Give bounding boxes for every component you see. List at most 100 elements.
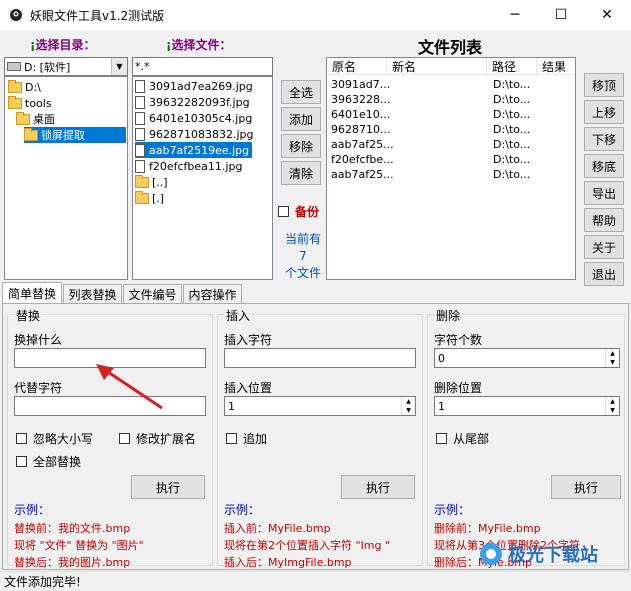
help-button[interactable]: 帮助	[584, 208, 624, 232]
maximize-icon: ☐	[554, 7, 568, 23]
spin-down-icon[interactable]: ▼	[606, 358, 619, 367]
file-icon	[135, 79, 145, 93]
current-dir-item[interactable]: [.]	[135, 190, 167, 206]
spin-up-icon[interactable]: ▲	[606, 397, 619, 406]
move-bottom-button[interactable]: 移底	[584, 154, 624, 178]
replace-execute-button[interactable]: 执行	[131, 475, 205, 499]
minimize-icon: ─	[510, 7, 520, 23]
insert-example-title: 示例：	[224, 503, 261, 517]
file-item[interactable]: 6401e10305c4.jpg	[135, 110, 255, 126]
spin-down-icon[interactable]: ▼	[606, 406, 619, 415]
parent-dir-item[interactable]: [..]	[135, 174, 171, 190]
checkbox-box[interactable]	[119, 433, 130, 444]
remove-button[interactable]: 移除	[281, 134, 321, 158]
replace-example-line: 现将 "文件" 替换为 "图片"	[14, 539, 144, 552]
spin-down-icon[interactable]: ▼	[402, 406, 415, 415]
insert-chars-input[interactable]	[224, 348, 416, 368]
tree-item-desktop[interactable]: 桌面	[16, 111, 55, 127]
file-item[interactable]: f20efcfbea11.jpg	[135, 158, 245, 174]
file-item[interactable]: 39632282093f.jpg	[135, 94, 253, 110]
tab-simple-replace[interactable]: 简单替换	[2, 282, 62, 304]
delete-count-spinner[interactable]: 0 ▲ ▼	[434, 348, 620, 368]
file-filter-input[interactable]: *.*	[132, 57, 273, 76]
column-path[interactable]: 路径	[487, 58, 537, 75]
tab-list-replace[interactable]: 列表替换	[63, 284, 122, 304]
backup-checkbox[interactable]: 备份	[278, 203, 319, 220]
table-cell: D:\to...	[493, 153, 531, 166]
tree-item-lockscreen[interactable]: 锁屏提取	[24, 127, 126, 143]
tree-item-drive[interactable]: D:\	[8, 79, 41, 95]
chevron-down-icon[interactable]: ▼	[111, 58, 127, 75]
tree-item-tools[interactable]: tools	[8, 95, 52, 111]
replace-group-title: 替换	[14, 307, 43, 324]
add-button[interactable]: 添加	[281, 107, 321, 131]
spinner-buttons[interactable]: ▲ ▼	[605, 349, 619, 367]
checkbox-box[interactable]	[278, 206, 289, 217]
move-up-button[interactable]: 上移	[584, 100, 624, 124]
select-all-button[interactable]: 全选	[281, 80, 321, 104]
export-button[interactable]: 导出	[584, 181, 624, 205]
move-top-button[interactable]: 移顶	[584, 73, 624, 97]
maximize-button[interactable]: ☐	[538, 0, 584, 30]
close-icon: ✕	[601, 7, 613, 23]
spin-up-icon[interactable]: ▲	[606, 349, 619, 358]
column-original-name[interactable]: 原名	[327, 58, 387, 75]
clear-button[interactable]: 清除	[281, 161, 321, 185]
column-result[interactable]: 结果	[537, 58, 575, 75]
change-extension-checkbox[interactable]: 修改扩展名	[119, 430, 196, 447]
file-list-view[interactable]: 原名 新名 路径 结果 3091ad7... D:\to... 3963228...…	[326, 57, 576, 280]
spinner-buttons[interactable]: ▲ ▼	[605, 397, 619, 415]
checkbox-box[interactable]	[436, 433, 447, 444]
table-cell: 9628710...	[331, 123, 391, 136]
spinner-buttons[interactable]: ▲ ▼	[401, 397, 415, 415]
drive-select[interactable]: D: [软件] ▼	[4, 57, 128, 76]
status-bar: 文件添加完毕!	[0, 571, 631, 591]
minimize-button[interactable]: ─	[492, 0, 538, 30]
spin-up-icon[interactable]: ▲	[402, 397, 415, 406]
close-button[interactable]: ✕	[584, 0, 630, 30]
insert-execute-button[interactable]: 执行	[341, 475, 415, 499]
tab-file-numbering[interactable]: 文件编号	[123, 284, 182, 304]
about-button[interactable]: 关于	[584, 235, 624, 259]
file-icon	[135, 159, 145, 173]
delete-group: 删除 字符个数 0 ▲ ▼ 删除位置 1 ▲ ▼ 从尾部 执行 示例： 删除前：My…	[427, 307, 625, 569]
insert-example-line: 插入后：MyImgFile.bmp	[224, 556, 352, 569]
checkbox-box[interactable]	[16, 456, 27, 467]
delete-pos-spinner[interactable]: 1 ▲ ▼	[434, 396, 620, 416]
folder-icon	[135, 190, 149, 204]
replace-all-checkbox[interactable]: 全部替换	[16, 453, 81, 470]
directory-tree[interactable]: D:\ tools 桌面 锁屏提取	[4, 76, 128, 280]
checkbox-box[interactable]	[226, 433, 237, 444]
window-title: 妖眼文件工具v1.2测试版	[30, 9, 165, 23]
choose-dir-label: ¡选择目录：	[30, 38, 96, 52]
append-checkbox[interactable]: 追加	[226, 430, 267, 447]
file-count-text: 当前有 7 个文件	[284, 232, 321, 280]
insert-example-line: 现将在第2个位置插入字符 "Img "	[224, 539, 391, 552]
delete-example-title: 示例：	[434, 503, 471, 517]
file-list-title: 文件列表	[418, 38, 483, 57]
file-item[interactable]: 962871083832.jpg	[135, 126, 257, 142]
delete-execute-button[interactable]: 执行	[551, 475, 621, 499]
watermark-logo-icon	[480, 543, 502, 565]
table-cell: 3963228...	[331, 93, 391, 106]
file-icon	[135, 127, 145, 141]
from-end-checkbox[interactable]: 从尾部	[436, 430, 489, 447]
checkbox-box[interactable]	[16, 433, 27, 444]
tab-content-ops[interactable]: 内容操作	[183, 284, 242, 304]
move-down-button[interactable]: 下移	[584, 127, 624, 151]
insert-pos-label: 插入位置	[224, 381, 273, 395]
replace-with-label: 代替字符	[14, 381, 63, 395]
file-item[interactable]: 3091ad7ea269.jpg	[135, 78, 256, 94]
table-cell: 6401e10...	[331, 108, 391, 121]
table-cell: aab7af25...	[331, 138, 394, 151]
file-listbox[interactable]: 3091ad7ea269.jpg 39632282093f.jpg 6401e1…	[132, 76, 273, 280]
ignore-case-checkbox[interactable]: 忽略大小写	[16, 430, 93, 447]
insert-pos-spinner[interactable]: 1 ▲ ▼	[224, 396, 416, 416]
insert-example-line: 插入前：MyFile.bmp	[224, 522, 331, 535]
delete-count-label: 字符个数	[434, 333, 483, 347]
column-new-name[interactable]: 新名	[387, 58, 487, 75]
file-icon	[135, 95, 145, 109]
file-item-selected[interactable]: aab7af2519ee.jpg	[135, 142, 253, 158]
exit-button[interactable]: 退出	[584, 262, 624, 286]
watermark-text: 极光下载站	[508, 545, 598, 566]
